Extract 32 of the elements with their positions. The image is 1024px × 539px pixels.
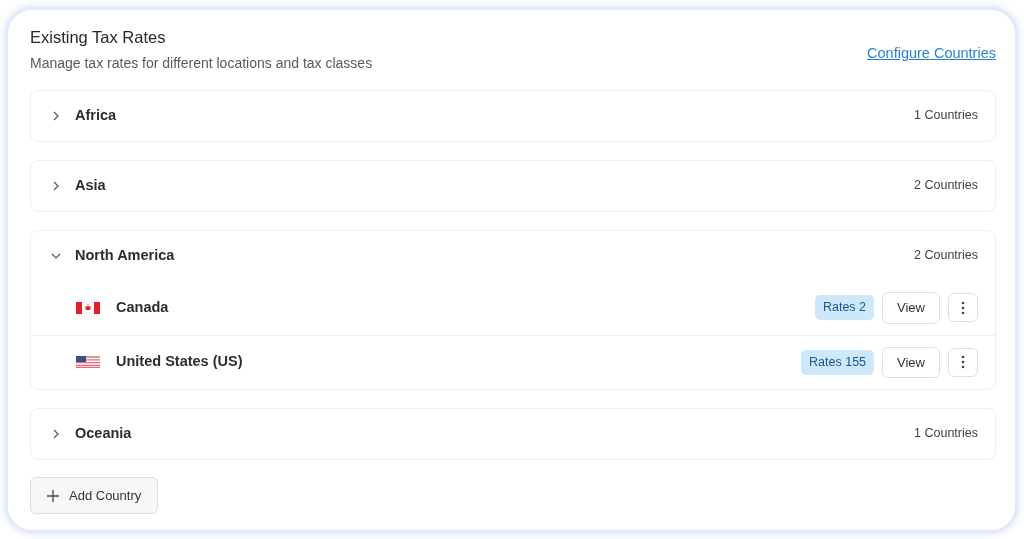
rates-badge: Rates 155 [801, 349, 875, 375]
flag-icon [76, 356, 100, 369]
chevron-icon [51, 110, 61, 121]
more-button[interactable] [948, 347, 978, 377]
country-count: 2 Countries [914, 177, 978, 195]
region-name: Asia [75, 175, 106, 195]
kebab-icon [961, 300, 965, 315]
view-button[interactable]: View [882, 292, 940, 324]
section-title: Existing Tax Rates [30, 28, 167, 48]
country-name: United States (US) [116, 352, 243, 372]
more-button[interactable] [948, 293, 978, 323]
country-count: 1 Countries [914, 425, 978, 443]
chevron-icon [51, 180, 61, 191]
region-header[interactable]: Oceania 1 Countries [31, 408, 995, 459]
region-name: North America [75, 245, 175, 265]
country-count: 2 Countries [914, 247, 978, 265]
region-header[interactable]: North America 2 Countries [31, 230, 995, 281]
region-header[interactable]: Asia 2 Countries [31, 160, 995, 211]
region-name: Oceania [75, 423, 132, 443]
plus-icon [47, 489, 59, 502]
add-country-button[interactable]: Add Country [30, 476, 159, 515]
region-name: Africa [75, 105, 117, 125]
section-subtitle: Manage tax rates for different locations and tax classes [30, 53, 373, 73]
country-name: Canada [116, 297, 169, 317]
rates-badge: Rates 2 [814, 295, 875, 321]
flag-icon [76, 301, 100, 314]
country-count: 1 Countries [914, 107, 978, 125]
chevron-icon [51, 428, 61, 439]
kebab-icon [961, 355, 965, 370]
region-header[interactable]: Africa 1 Countries [31, 90, 995, 141]
configure-link[interactable]: Configure Countries [867, 43, 996, 74]
view-button[interactable]: View [882, 346, 940, 379]
